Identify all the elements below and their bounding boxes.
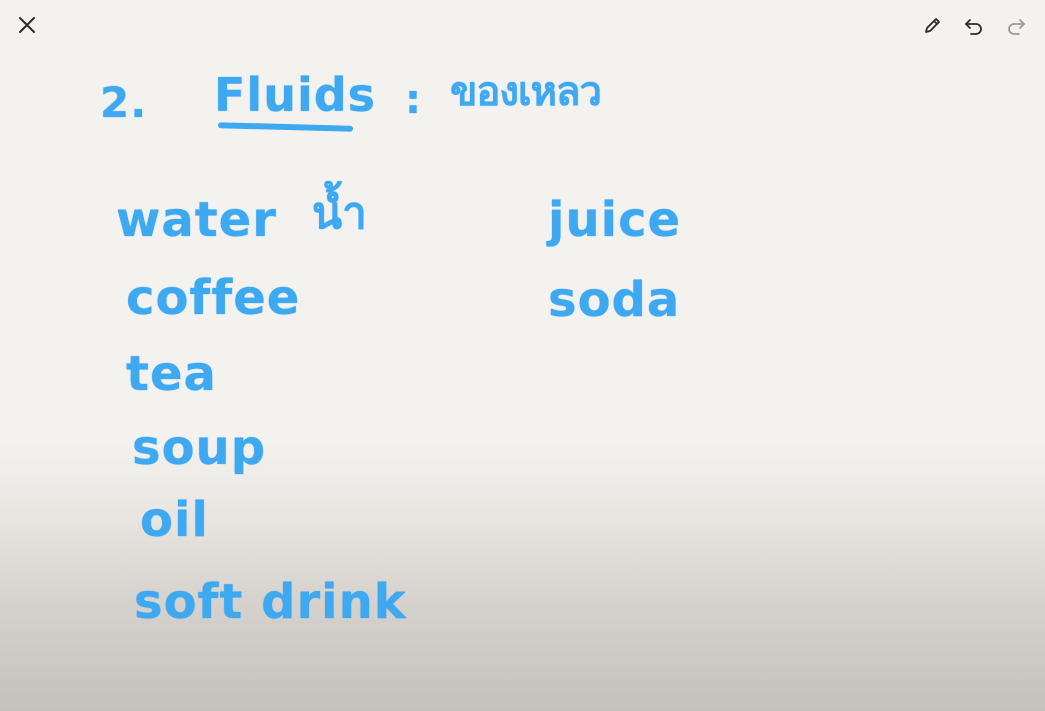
pencil-icon	[925, 18, 940, 33]
word-water: water	[116, 192, 277, 248]
heading-colon: :	[405, 77, 422, 123]
word-juice: juice	[548, 192, 682, 248]
word-tea: tea	[126, 346, 217, 402]
word-soft-drink: soft drink	[134, 574, 407, 630]
word-soda: soda	[548, 272, 681, 328]
pen-tool-button[interactable]	[916, 10, 948, 42]
undo-icon	[965, 19, 982, 35]
word-coffee: coffee	[126, 270, 301, 326]
heading-number: 2.	[100, 78, 148, 127]
heading-thai-translation: ของเหลว	[450, 69, 602, 115]
undo-button[interactable]	[958, 10, 990, 42]
redo-button[interactable]	[1000, 10, 1032, 42]
heading-underline	[217, 122, 354, 132]
heading-word: Fluids	[214, 68, 377, 122]
close-icon	[19, 17, 35, 33]
word-oil: oil	[140, 492, 209, 548]
word-soup: soup	[132, 420, 267, 476]
word-water-thai: น้ำ	[312, 188, 368, 239]
redo-icon	[1008, 19, 1025, 35]
close-button[interactable]	[11, 9, 43, 41]
